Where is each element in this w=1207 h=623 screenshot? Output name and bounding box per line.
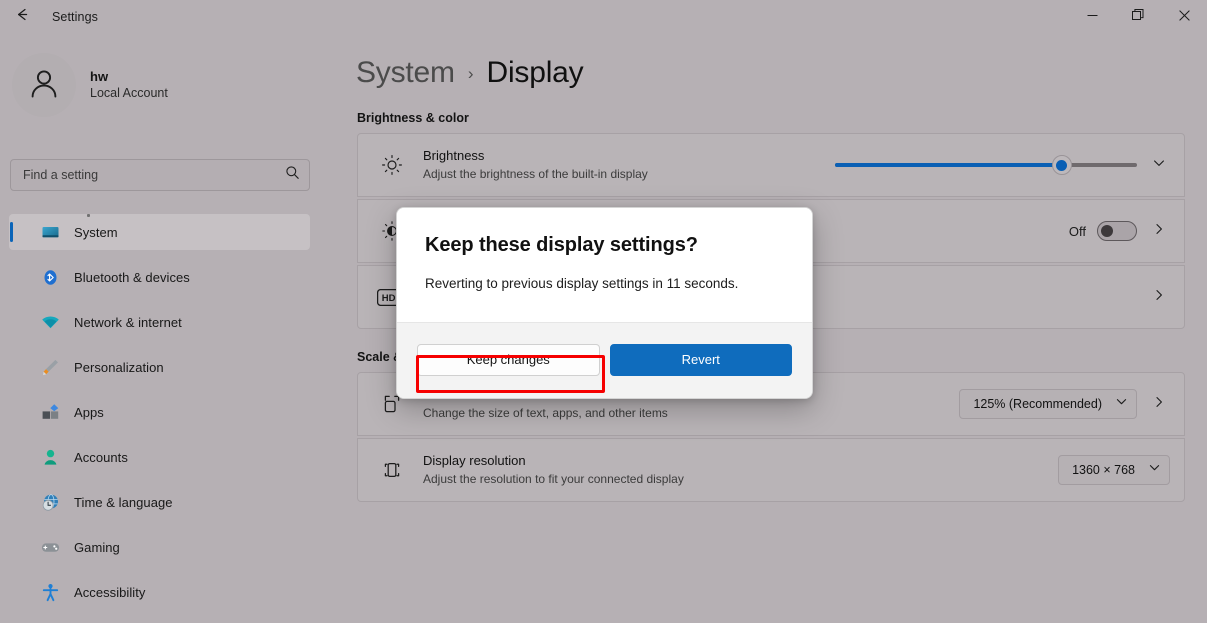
dialog-title: Keep these display settings? (425, 234, 698, 256)
dialog-message: Reverting to previous display settings i… (425, 276, 739, 291)
settings-window: Settings hw Local Account Find a setting… (0, 0, 1207, 623)
dialog-body: Keep these display settings? Reverting t… (397, 208, 812, 322)
keep-display-settings-dialog: Keep these display settings? Reverting t… (396, 207, 813, 399)
revert-button[interactable]: Revert (609, 343, 792, 376)
keep-changes-button[interactable]: Keep changes (417, 343, 600, 376)
dialog-footer: Keep changes Revert (397, 321, 812, 398)
